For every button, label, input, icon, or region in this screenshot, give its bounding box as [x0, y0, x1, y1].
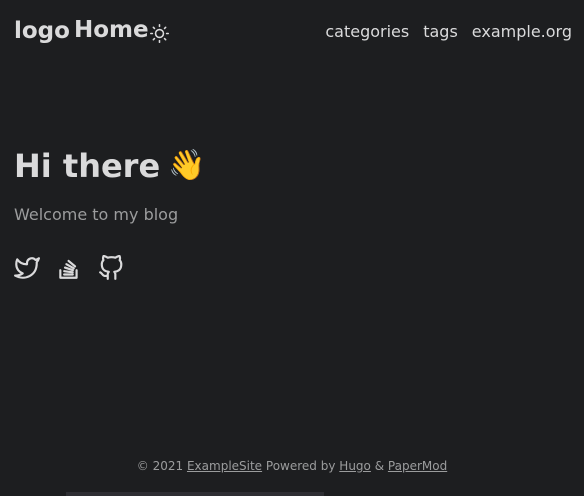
github-icon[interactable]: [98, 254, 124, 281]
twitter-icon[interactable]: [14, 255, 40, 281]
hero-title: Hi there: [14, 147, 161, 185]
sun-icon: [150, 24, 169, 43]
site-logo[interactable]: logo: [14, 18, 70, 44]
main-nav: categories tags example.org: [325, 22, 572, 41]
footer-site-link[interactable]: ExampleSite: [187, 459, 262, 473]
footer: © 2021 ExampleSite Powered by Hugo & Pap…: [0, 459, 584, 473]
horizontal-scrollbar[interactable]: [66, 492, 324, 496]
footer-powered-by: Powered by: [265, 459, 336, 473]
theme-toggle-button[interactable]: [150, 24, 169, 43]
nav-item-tags[interactable]: tags: [423, 22, 458, 41]
footer-papermod-link[interactable]: PaperMod: [388, 459, 447, 473]
social-icons: [14, 254, 124, 281]
footer-hugo-link[interactable]: Hugo: [339, 459, 371, 473]
nav-item-example-org[interactable]: example.org: [472, 22, 572, 41]
waving-hand-emoji: 👋: [168, 148, 206, 183]
hero-subtitle: Welcome to my blog: [14, 205, 179, 224]
home-link[interactable]: Home: [74, 17, 149, 43]
page: logo Home categories tags example.org Hi…: [0, 0, 584, 496]
hero-title-row: Hi there 👋: [14, 147, 206, 185]
stackoverflow-icon[interactable]: [56, 255, 82, 281]
nav-item-categories[interactable]: categories: [325, 22, 409, 41]
logo-text[interactable]: logo: [14, 18, 70, 44]
footer-ampersand: &: [374, 459, 385, 473]
footer-copyright: © 2021: [136, 459, 184, 473]
